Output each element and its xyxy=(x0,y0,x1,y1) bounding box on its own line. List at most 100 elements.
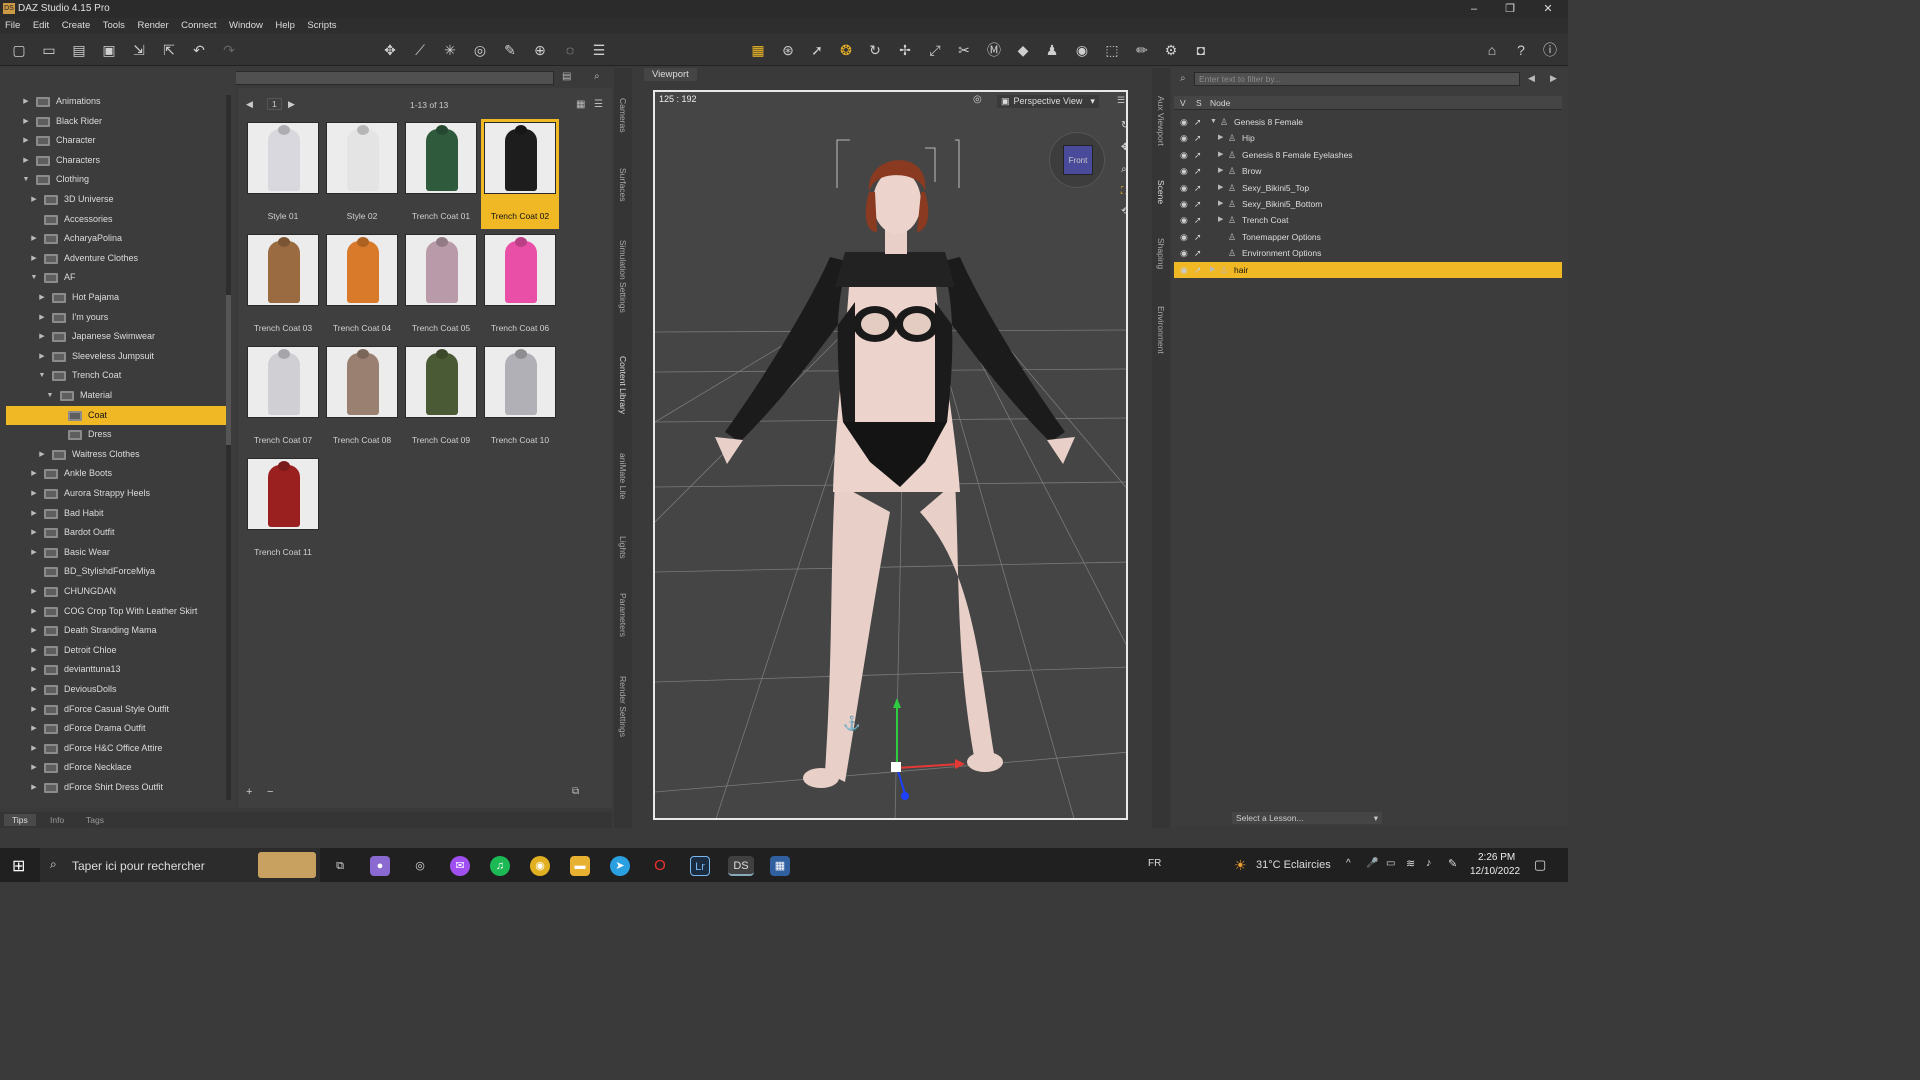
view-options-icon[interactable]: ▤ xyxy=(562,71,571,82)
visibility-eye-icon[interactable]: ◉ xyxy=(1180,245,1188,261)
scene-node-row[interactable]: ◉ ➚ ▶ ♙ Hip xyxy=(1174,130,1562,146)
tab-content-library[interactable]: Content Library xyxy=(618,356,628,414)
camera-tool-icon[interactable]: ◉ xyxy=(1073,41,1091,59)
surface-selection-icon[interactable]: ✂ xyxy=(955,41,973,59)
close-button[interactable]: ✕ xyxy=(1530,0,1566,18)
chevron-right-icon[interactable]: ▶ xyxy=(1218,212,1223,228)
tree-item[interactable]: Accessories xyxy=(6,210,231,229)
notification-icon[interactable]: ▢ xyxy=(1534,857,1546,873)
chevron-right-icon[interactable]: ▶ xyxy=(22,131,30,150)
copy-icon[interactable]: ⧉ xyxy=(572,786,579,797)
scene-node-row[interactable]: ◉ ➚ ▶ ♙ hair xyxy=(1174,261,1562,278)
region-icon[interactable]: Ⓜ xyxy=(985,41,1003,59)
selectable-icon[interactable]: ➚ xyxy=(1194,114,1202,130)
search-icon[interactable]: ⌕ xyxy=(594,71,600,82)
content-thumbnail[interactable]: Trench Coat 05 xyxy=(402,231,480,341)
tab-tags[interactable]: Tags xyxy=(80,814,110,826)
app-icon-2[interactable]: ◎ xyxy=(410,856,430,876)
icon-view-icon[interactable]: ▦ xyxy=(576,99,585,110)
tree-item[interactable]: ▶ dForce Shirt Dress Outfit xyxy=(6,778,231,797)
tree-item[interactable]: ▼ Trench Coat xyxy=(6,366,231,385)
import-icon[interactable]: ⇲ xyxy=(130,41,148,59)
scene-next-icon[interactable]: ▶ xyxy=(1550,73,1557,84)
microphone-icon[interactable]: 🎤 xyxy=(1366,858,1378,869)
tree-item[interactable]: ▶ Black Rider xyxy=(6,112,231,131)
scene-node-row[interactable]: ◉ ➚ ▶ ♙ Genesis 8 Female Eyelashes xyxy=(1174,147,1562,163)
save-icon[interactable]: ▣ xyxy=(100,41,118,59)
open-folder-icon[interactable]: ▭ xyxy=(40,41,58,59)
pose-tool-icon[interactable]: ⊕ xyxy=(531,41,549,59)
chevron-right-icon[interactable]: ▶ xyxy=(1218,196,1223,212)
daz-studio-icon[interactable]: DS xyxy=(728,856,754,876)
chevron-right-icon[interactable]: ▶ xyxy=(38,347,46,366)
selectable-icon[interactable]: ➚ xyxy=(1194,147,1202,163)
list-view-icon[interactable]: ☰ xyxy=(594,99,603,110)
tab-aux-viewport[interactable]: Aux Viewport xyxy=(1156,96,1166,146)
tree-item[interactable]: ▼ Clothing xyxy=(6,170,231,189)
tree-item[interactable]: ▶ Characters xyxy=(6,151,231,170)
chevron-right-icon[interactable]: ▶ xyxy=(38,308,46,327)
clock-date[interactable]: 12/10/2022 xyxy=(1470,866,1520,877)
scene-prev-icon[interactable]: ◀ xyxy=(1528,73,1535,84)
tree-item[interactable]: BD_StylishdForceMiya xyxy=(6,562,231,581)
rotate-icon[interactable]: ↻ xyxy=(866,41,884,59)
chevron-right-icon[interactable]: ▶ xyxy=(30,190,38,209)
tree-item[interactable]: ▶ dForce Casual Style Outfit xyxy=(6,700,231,719)
tree-item[interactable]: ▶ DeviousDolls xyxy=(6,680,231,699)
chevron-right-icon[interactable]: ▶ xyxy=(1218,180,1223,196)
toolbar-menu-icon[interactable]: ☰ xyxy=(590,41,608,59)
visibility-eye-icon[interactable]: ◉ xyxy=(1180,262,1188,278)
chevron-right-icon[interactable]: ▶ xyxy=(1210,262,1215,278)
selectable-icon[interactable]: ➚ xyxy=(1194,196,1202,212)
content-thumbnail[interactable]: Trench Coat 01 xyxy=(402,119,480,229)
tree-item[interactable]: ▶ Ankle Boots xyxy=(6,464,231,483)
tree-item[interactable]: ▼ AF xyxy=(6,268,231,287)
chevron-down-icon[interactable]: ▼ xyxy=(38,366,46,385)
chevron-right-icon[interactable]: ▶ xyxy=(30,719,38,738)
chevron-right-icon[interactable]: ▶ xyxy=(30,523,38,542)
chevron-right-icon[interactable]: ▶ xyxy=(30,464,38,483)
tab-cameras[interactable]: Cameras xyxy=(618,98,628,132)
chevron-right-icon[interactable]: ▶ xyxy=(38,445,46,464)
visibility-eye-icon[interactable]: ◉ xyxy=(1180,212,1188,228)
node-icon[interactable]: ◎ xyxy=(471,41,489,59)
add-icon[interactable]: + xyxy=(246,786,252,798)
chevron-right-icon[interactable]: ▶ xyxy=(1218,130,1223,146)
scene-node-row[interactable]: ◉ ➚ ▶ ♙ Trench Coat xyxy=(1174,212,1562,228)
tree-item[interactable]: ▼ Material xyxy=(6,386,231,405)
selectable-icon[interactable]: ➚ xyxy=(1194,212,1202,228)
redo-icon[interactable]: ↷ xyxy=(220,41,238,59)
universal-tool-icon[interactable]: ⊛ xyxy=(779,41,797,59)
visibility-eye-icon[interactable]: ◉ xyxy=(1180,163,1188,179)
chevron-right-icon[interactable]: ▶ xyxy=(30,543,38,562)
chevron-right-icon[interactable]: ▶ xyxy=(30,739,38,758)
chevron-right-icon[interactable]: ▶ xyxy=(30,249,38,268)
page-number[interactable]: 1 xyxy=(267,98,282,110)
tree-item[interactable]: ▶ Animations xyxy=(6,92,231,111)
chevron-right-icon[interactable]: ▶ xyxy=(30,229,38,248)
tab-environment[interactable]: Environment xyxy=(1156,306,1166,354)
col-node[interactable]: Node xyxy=(1210,98,1230,108)
visibility-eye-icon[interactable]: ◉ xyxy=(1180,229,1188,245)
chevron-right-icon[interactable]: ▶ xyxy=(30,700,38,719)
visibility-eye-icon[interactable]: ◉ xyxy=(1180,180,1188,196)
chevron-right-icon[interactable]: ▶ xyxy=(30,641,38,660)
chevron-right-icon[interactable]: ▶ xyxy=(1218,147,1223,163)
chevron-down-icon[interactable]: ▼ xyxy=(1210,114,1217,130)
joint-editor-icon[interactable]: ⟋ xyxy=(411,41,429,59)
battery-icon[interactable]: ▭ xyxy=(1386,858,1395,869)
chevron-right-icon[interactable]: ▶ xyxy=(1218,163,1223,179)
grid-next-icon[interactable]: ▶ xyxy=(288,99,295,110)
selectable-icon[interactable]: ➚ xyxy=(1194,262,1202,278)
transform-icon[interactable]: ◌ xyxy=(561,41,579,59)
file-explorer-icon[interactable]: ▬ xyxy=(570,856,590,876)
menu-create[interactable]: Create xyxy=(57,18,96,33)
menu-file[interactable]: File xyxy=(0,18,25,33)
content-thumbnail[interactable]: Trench Coat 09 xyxy=(402,343,480,453)
visibility-eye-icon[interactable]: ◉ xyxy=(1180,196,1188,212)
tree-item[interactable]: ▶ I'm yours xyxy=(6,308,231,327)
tree-item[interactable]: Dress xyxy=(6,425,231,444)
chevron-right-icon[interactable]: ▶ xyxy=(30,504,38,523)
chevron-down-icon[interactable]: ▼ xyxy=(30,268,38,287)
spotify-icon[interactable]: ♫ xyxy=(490,856,510,876)
